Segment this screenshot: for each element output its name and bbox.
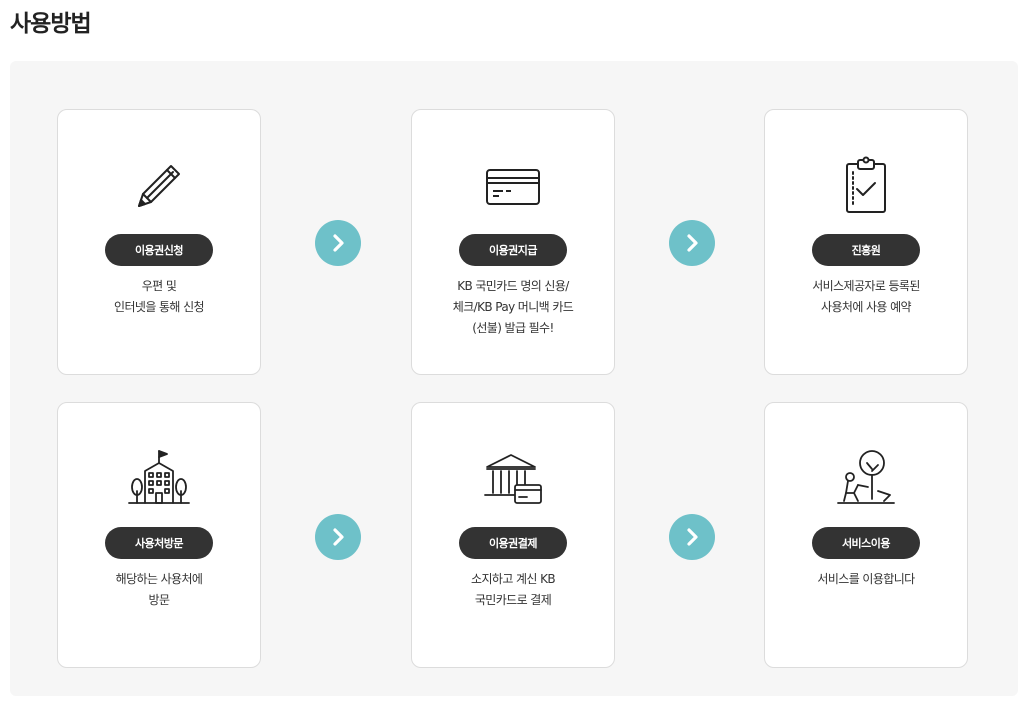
step-label: 이용권지급 [459, 234, 567, 266]
desc-line: 사용처에 사용 예약 [821, 300, 912, 314]
desc-line: KB 국민카드 명의 신용/ [457, 279, 569, 293]
step-description: 서비스제공자로 등록된 사용처에 사용 예약 [773, 276, 959, 318]
desc-line: 방문 [148, 593, 170, 607]
credit-card-icon [481, 154, 545, 218]
building-icon [127, 447, 191, 511]
chevron-right-icon [315, 220, 361, 266]
step-card-service: 서비스이용 서비스를 이용합니다 [764, 402, 968, 668]
step-card-apply: 이용권신청 우편 및 인터넷을 통해 신청 [57, 109, 261, 375]
page-title: 사용방법 [10, 11, 92, 37]
desc-line: 우편 및 [141, 279, 177, 293]
step-label: 서비스이용 [812, 527, 920, 559]
chevron-right-icon [669, 220, 715, 266]
step-card-visit: 사용처방문 해당하는 사용처에 방문 [57, 402, 261, 668]
chevron-right-icon [315, 514, 361, 560]
desc-line: 국민카드로 결제 [474, 593, 552, 607]
desc-line: 체크/KB Pay 머니백 카드 [452, 300, 574, 314]
step-label: 이용권신청 [105, 234, 213, 266]
bank-card-icon [481, 447, 545, 511]
step-description: KB 국민카드 명의 신용/ 체크/KB Pay 머니백 카드 (선불) 발급 … [420, 276, 606, 339]
step-description: 우편 및 인터넷을 통해 신청 [66, 276, 252, 318]
person-service-icon [834, 447, 898, 511]
desc-line: 서비스제공자로 등록된 [812, 279, 920, 293]
step-description: 서비스를 이용합니다 [773, 569, 959, 590]
desc-line: 소지하고 계신 KB [471, 572, 556, 586]
step-label: 이용권결제 [459, 527, 567, 559]
step-label: 진흥원 [812, 234, 920, 266]
step-description: 소지하고 계신 KB 국민카드로 결제 [420, 569, 606, 611]
clipboard-check-icon [834, 154, 898, 218]
desc-line: (선불) 발급 필수! [472, 321, 554, 335]
desc-line: 해당하는 사용처에 [115, 572, 203, 586]
desc-line: 인터넷을 통해 신청 [114, 300, 205, 314]
desc-line: 서비스를 이용합니다 [817, 572, 915, 586]
pencil-icon [127, 154, 191, 218]
step-card-agency: 진흥원 서비스제공자로 등록된 사용처에 사용 예약 [764, 109, 968, 375]
step-description: 해당하는 사용처에 방문 [66, 569, 252, 611]
step-card-issue: 이용권지급 KB 국민카드 명의 신용/ 체크/KB Pay 머니백 카드 (선… [411, 109, 615, 375]
step-label: 사용처방문 [105, 527, 213, 559]
chevron-right-icon [669, 514, 715, 560]
step-card-payment: 이용권결제 소지하고 계신 KB 국민카드로 결제 [411, 402, 615, 668]
